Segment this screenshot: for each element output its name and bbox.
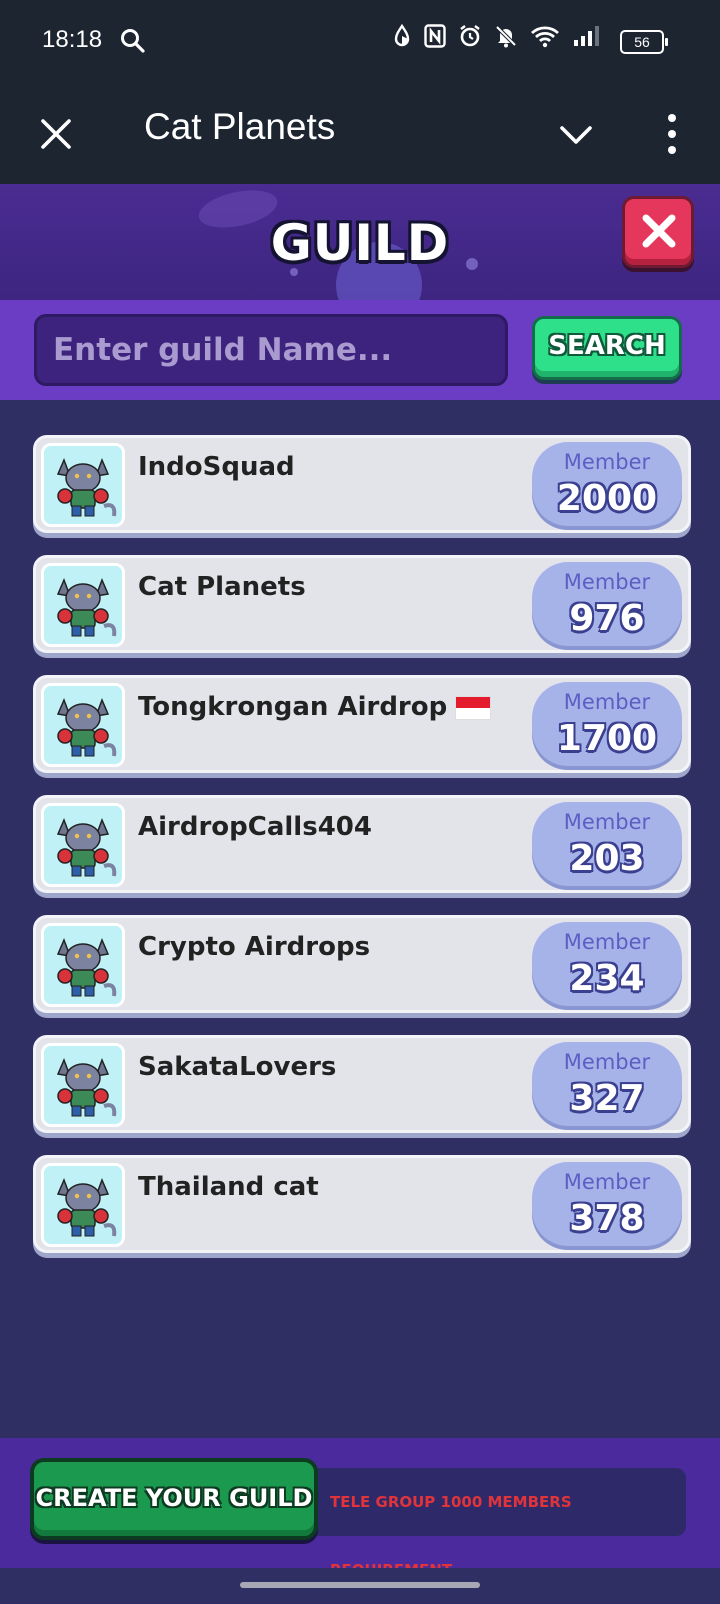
- guild-avatar: [41, 803, 125, 887]
- member-count: 2000: [556, 478, 658, 519]
- signal-icon: [574, 26, 599, 46]
- member-count: 378: [569, 1198, 645, 1239]
- member-badge: Member 327: [532, 1042, 682, 1130]
- guild-name-wrap: Tongkrongan Airdrop: [138, 692, 492, 722]
- guild-avatar: [41, 1043, 125, 1127]
- status-time: 18:18: [42, 26, 103, 53]
- system-nav-bar: [0, 1568, 720, 1600]
- guild-name: Thailand cat: [138, 1172, 319, 1202]
- mute-icon: [495, 25, 517, 48]
- member-label: Member: [563, 810, 651, 834]
- member-label: Member: [563, 930, 651, 954]
- app-title: Cat Planets: [144, 106, 336, 147]
- data-saver-icon: [394, 24, 410, 47]
- member-label: Member: [563, 690, 651, 714]
- member-count: 203: [569, 838, 645, 879]
- search-icon: [121, 29, 145, 53]
- search-row: SEARCH: [0, 300, 720, 400]
- battery-icon: 56: [620, 30, 668, 54]
- member-badge: Member 378: [532, 1162, 682, 1250]
- wifi-icon: [531, 26, 559, 48]
- member-badge: Member 1700: [532, 682, 682, 770]
- guild-name: Crypto Airdrops: [138, 932, 371, 962]
- guild-title: GUILD: [270, 214, 450, 272]
- member-badge: Member 2000: [532, 442, 682, 530]
- guild-avatar: [41, 1163, 125, 1247]
- member-label: Member: [563, 1170, 651, 1194]
- status-bar: 18:18 56: [0, 0, 720, 84]
- guild-row[interactable]: SakataLovers Member 327: [33, 1035, 691, 1133]
- guild-avatar: [41, 923, 125, 1007]
- guild-row[interactable]: Tongkrongan Airdrop Member 1700: [33, 675, 691, 773]
- member-badge: Member 234: [532, 922, 682, 1010]
- guild-name: Tongkrongan Airdrop: [138, 692, 448, 722]
- bottom-bar: TELE GROUP 1000 MEMBERS REQUIREMENT CREA…: [0, 1438, 720, 1579]
- guild-name: Cat Planets: [138, 572, 306, 602]
- chevron-down-icon[interactable]: [558, 120, 594, 150]
- guild-row[interactable]: Cat Planets Member 976: [33, 555, 691, 653]
- guild-row[interactable]: IndoSquad Member 2000: [33, 435, 691, 533]
- guild-name: AirdropCalls404: [138, 812, 372, 842]
- alarm-icon: [460, 25, 480, 47]
- member-label: Member: [563, 1050, 651, 1074]
- battery-level: 56: [634, 34, 650, 50]
- member-count: 976: [569, 598, 645, 639]
- requirement-label: TELE GROUP 1000 MEMBERS REQUIREMENT: [330, 1493, 572, 1579]
- member-label: Member: [563, 450, 651, 474]
- member-badge: Member 976: [532, 562, 682, 650]
- guild-avatar: [41, 443, 125, 527]
- indonesia-flag-icon: [455, 695, 492, 720]
- requirement-text: TELE GROUP 1000 MEMBERS REQUIREMENT: [300, 1468, 686, 1579]
- guild-row[interactable]: AirdropCalls404 Member 203: [33, 795, 691, 893]
- guild-avatar: [41, 563, 125, 647]
- member-count: 327: [569, 1078, 645, 1119]
- member-badge: Member 203: [532, 802, 682, 890]
- search-button[interactable]: SEARCH: [532, 316, 682, 380]
- close-guild-button[interactable]: [622, 196, 694, 268]
- guild-header: GUILD: [0, 184, 720, 300]
- close-icon: [642, 214, 676, 248]
- guild-search-input[interactable]: [34, 314, 508, 386]
- app-bar: Cat Planets: [0, 84, 720, 184]
- member-label: Member: [563, 570, 651, 594]
- guild-name: IndoSquad: [138, 452, 295, 482]
- nfc-icon: [424, 24, 446, 48]
- create-guild-button[interactable]: CREATE YOUR GUILD: [30, 1458, 318, 1540]
- guild-row[interactable]: Crypto Airdrops Member 234: [33, 915, 691, 1013]
- close-icon[interactable]: [38, 116, 74, 152]
- guild-avatar: [41, 683, 125, 767]
- member-count: 234: [569, 958, 645, 999]
- home-indicator[interactable]: [240, 1582, 480, 1588]
- guild-name: SakataLovers: [138, 1052, 337, 1082]
- more-vertical-icon[interactable]: [662, 110, 682, 158]
- member-count: 1700: [556, 718, 658, 759]
- guild-row[interactable]: Thailand cat Member 378: [33, 1155, 691, 1253]
